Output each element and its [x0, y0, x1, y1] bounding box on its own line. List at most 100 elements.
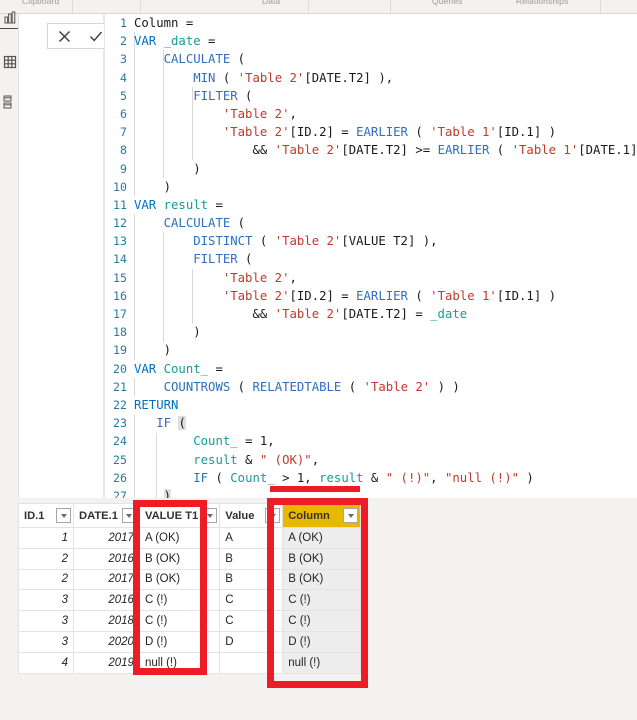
- cell-value1[interactable]: C (!): [138, 589, 221, 612]
- code-line[interactable]: 23 IF (: [105, 414, 637, 432]
- cell-value1[interactable]: null (!): [138, 651, 221, 674]
- code-line[interactable]: 11 VAR result =: [105, 196, 637, 214]
- line-number: 14: [113, 252, 127, 267]
- code-line[interactable]: 4 MIN ( 'Table 2'[DATE.T2] ),: [105, 69, 637, 87]
- cell-id1[interactable]: 3: [18, 630, 74, 653]
- code-line[interactable]: 18 ): [105, 323, 637, 341]
- cell-column[interactable]: B (OK): [282, 547, 362, 570]
- code-line[interactable]: 19 ): [105, 341, 637, 359]
- code-line[interactable]: 10 ): [105, 178, 637, 196]
- code-line[interactable]: 3 CALCULATE (: [105, 50, 637, 68]
- cell-column[interactable]: C (!): [282, 610, 362, 632]
- column-header-date1[interactable]: DATE.1: [73, 503, 140, 528]
- data-view-icon[interactable]: [2, 54, 18, 70]
- cell-value1[interactable]: C (!): [138, 610, 221, 632]
- code-line[interactable]: 9 ): [105, 160, 637, 178]
- cell-column[interactable]: A (OK): [282, 527, 362, 549]
- code-text: COUNTROWS ( RELATEDTABLE ( 'Table 2' ) ): [163, 379, 460, 394]
- code-line[interactable]: 6 'Table 2',: [105, 105, 637, 123]
- code-line[interactable]: 13 DISTINCT ( 'Table 2'[VALUE T2] ),: [105, 232, 637, 250]
- table-row[interactable]: 4 2019 null (!) null (!): [18, 651, 362, 674]
- cell-date1[interactable]: 2017: [73, 527, 140, 549]
- line-number: 16: [113, 288, 127, 303]
- cell-id1[interactable]: 1: [18, 527, 74, 549]
- dax-formula-editor[interactable]: 1 Column = 2 VAR _date = 3 CALCULATE (4 MIN …: [104, 14, 637, 498]
- cell-value1[interactable]: B (OK): [138, 568, 221, 591]
- cell-value[interactable]: B: [219, 568, 284, 591]
- cell-date1[interactable]: 2019: [73, 651, 140, 674]
- code-line[interactable]: 14 FILTER (: [105, 250, 637, 268]
- code-text: VAR Count_ =: [134, 361, 223, 376]
- report-view-icon[interactable]: [0, 10, 18, 29]
- column-header-value1[interactable]: VALUE T1: [138, 503, 221, 528]
- cell-value1[interactable]: D (!): [138, 630, 221, 653]
- chevron-down-icon: [126, 513, 133, 518]
- column-header-id1[interactable]: ID.1: [18, 503, 74, 528]
- cell-value[interactable]: D: [219, 630, 284, 653]
- cell-column[interactable]: B (OK): [282, 568, 362, 591]
- check-icon: [89, 31, 103, 42]
- code-line[interactable]: 5 FILTER (: [105, 87, 637, 105]
- code-line[interactable]: 2 VAR _date =: [105, 32, 637, 50]
- code-line[interactable]: 26 IF ( Count_ > 1, result & " (!)", "nu…: [105, 469, 637, 487]
- code-line[interactable]: 15 'Table 2',: [105, 269, 637, 287]
- filter-dropdown-button-id1[interactable]: [56, 508, 71, 523]
- filter-dropdown-button-value[interactable]: [265, 508, 281, 523]
- model-view-icon[interactable]: [2, 94, 18, 110]
- power-bi-window: Clipboard Data Queries Relationships 1 C…: [0, 0, 637, 720]
- data-table[interactable]: ID.1 DATE.1 VALUE T1 Value Column 1 2017 A (OK…: [18, 503, 362, 674]
- code-line[interactable]: 17 && 'Table 2'[DATE.T2] = _date: [105, 305, 637, 323]
- ribbon-group-queries: Queries: [432, 0, 463, 6]
- cell-column[interactable]: null (!): [282, 651, 362, 674]
- cancel-button[interactable]: [49, 24, 79, 48]
- filter-dropdown-button-column[interactable]: [343, 508, 359, 523]
- cell-date1[interactable]: 2018: [73, 610, 140, 632]
- code-line[interactable]: 24 Count_ = 1,: [105, 432, 637, 450]
- table-row[interactable]: 2 2017 B (OK) B B (OK): [18, 568, 362, 591]
- cell-date1[interactable]: 2016: [73, 589, 140, 612]
- code-line[interactable]: 27 ): [105, 487, 637, 498]
- cell-value[interactable]: C: [219, 610, 284, 632]
- table-row[interactable]: 3 2020 D (!) D D (!): [18, 630, 362, 653]
- code-line[interactable]: 20 VAR Count_ =: [105, 360, 637, 378]
- line-number: 25: [113, 452, 127, 467]
- filter-dropdown-button-value1[interactable]: [202, 508, 218, 523]
- code-line[interactable]: 21 COUNTROWS ( RELATEDTABLE ( 'Table 2' …: [105, 378, 637, 396]
- cell-date1[interactable]: 2016: [73, 547, 140, 570]
- cell-column[interactable]: C (!): [282, 589, 362, 612]
- code-line[interactable]: 1 Column =: [105, 14, 637, 32]
- cell-date1[interactable]: 2017: [73, 568, 140, 591]
- cell-value[interactable]: B: [219, 547, 284, 570]
- cell-value[interactable]: A: [219, 527, 284, 549]
- column-header-column[interactable]: Column: [282, 503, 362, 528]
- line-number: 23: [113, 416, 127, 431]
- ribbon-group-clipboard: Clipboard: [22, 0, 60, 6]
- code-line[interactable]: 12 CALCULATE (: [105, 214, 637, 232]
- chevron-down-icon: [347, 513, 354, 518]
- table-row[interactable]: 1 2017 A (OK) A A (OK): [18, 527, 362, 549]
- cell-value[interactable]: [219, 651, 284, 674]
- cell-value1[interactable]: A (OK): [138, 527, 221, 549]
- code-line[interactable]: 8 && 'Table 2'[DATE.T2] >= EARLIER ( 'Ta…: [105, 141, 637, 159]
- table-row[interactable]: 2 2016 B (OK) B B (OK): [18, 547, 362, 570]
- code-line[interactable]: 16 'Table 2'[ID.2] = EARLIER ( 'Table 1'…: [105, 287, 637, 305]
- table-row[interactable]: 3 2016 C (!) C C (!): [18, 589, 362, 612]
- table-row[interactable]: 3 2018 C (!) C C (!): [18, 610, 362, 632]
- cell-column[interactable]: D (!): [282, 630, 362, 653]
- code-text: ): [134, 161, 201, 176]
- cell-id1[interactable]: 3: [18, 610, 74, 632]
- code-line[interactable]: 22 RETURN: [105, 396, 637, 414]
- cell-id1[interactable]: 2: [18, 568, 74, 591]
- cell-date1[interactable]: 2020: [73, 630, 140, 653]
- cell-id1[interactable]: 2: [18, 547, 74, 570]
- code-text: ): [134, 179, 172, 194]
- code-line[interactable]: 25 result & " (OK)",: [105, 451, 637, 469]
- cell-value1[interactable]: B (OK): [138, 547, 221, 570]
- cell-value[interactable]: C: [219, 589, 284, 612]
- column-header-value[interactable]: Value: [219, 503, 284, 528]
- code-line[interactable]: 7 'Table 2'[ID.2] = EARLIER ( 'Table 1'[…: [105, 123, 637, 141]
- filter-dropdown-button-date1[interactable]: [121, 508, 137, 523]
- code-text: VAR result =: [134, 197, 223, 212]
- cell-id1[interactable]: 4: [18, 651, 74, 674]
- cell-id1[interactable]: 3: [18, 589, 74, 612]
